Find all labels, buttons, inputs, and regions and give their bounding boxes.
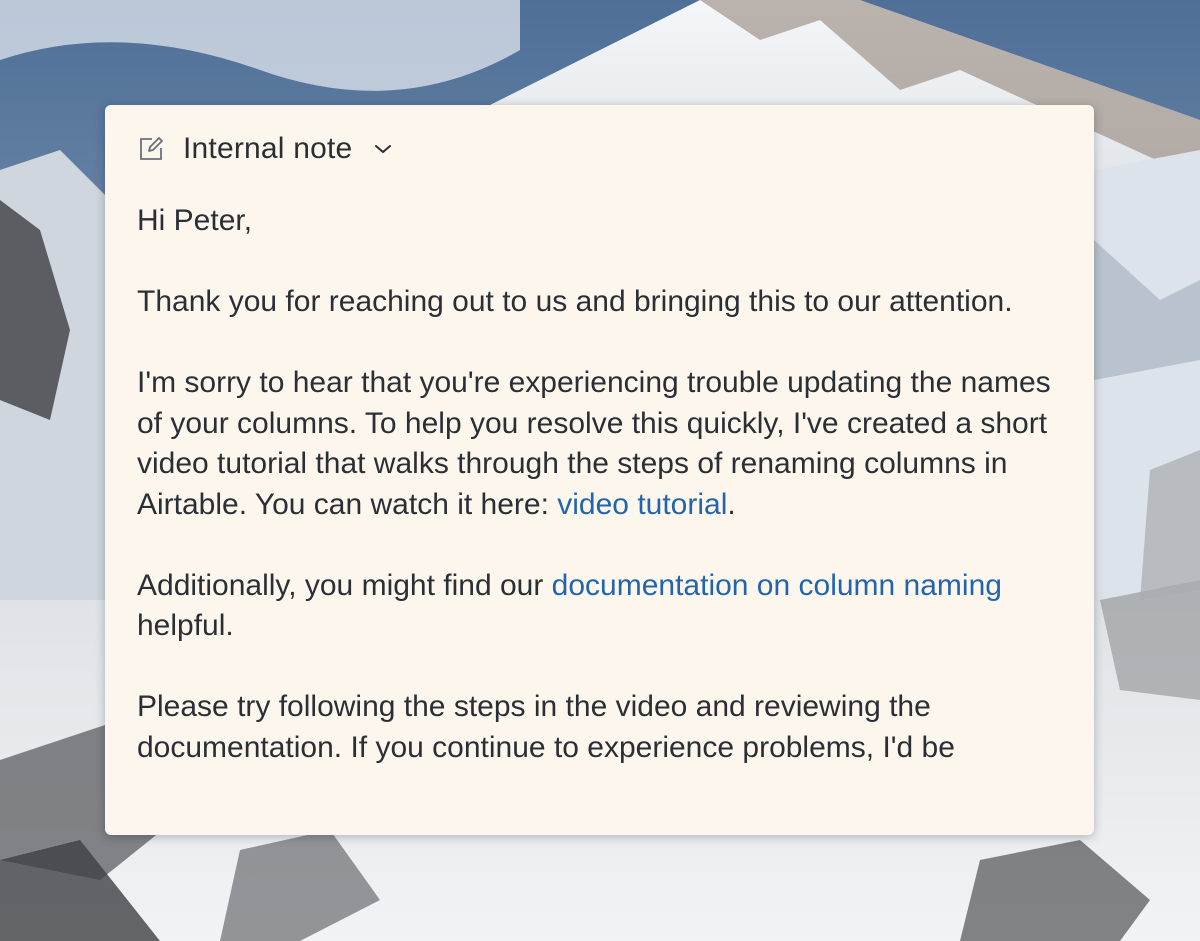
paragraph-documentation-end: helpful. <box>137 609 234 642</box>
paragraph-tutorial: I'm sorry to hear that you're experienci… <box>137 363 1067 525</box>
documentation-link[interactable]: documentation on column naming <box>552 569 1002 602</box>
note-edit-icon <box>137 135 165 163</box>
paragraph-documentation-text: Additionally, you might find our <box>137 568 552 602</box>
paragraph-tutorial-end: . <box>727 487 736 521</box>
note-type-dropdown[interactable]: Internal note <box>137 131 394 167</box>
note-type-label: Internal note <box>183 132 353 165</box>
chevron-down-icon <box>372 138 394 160</box>
paragraph-followup: Please try following the steps in the vi… <box>137 690 955 764</box>
paragraph-thanks: Thank you for reaching out to us and bri… <box>137 285 1013 318</box>
video-tutorial-link[interactable]: video tutorial <box>557 488 727 521</box>
paragraph-documentation: Additionally, you might find our documen… <box>137 566 1067 647</box>
note-message-body[interactable]: Hi Peter, Thank you for reaching out to … <box>137 201 1067 809</box>
internal-note-card: Internal note Hi Peter, Thank you for re… <box>105 105 1094 835</box>
greeting: Hi Peter, <box>137 204 253 237</box>
